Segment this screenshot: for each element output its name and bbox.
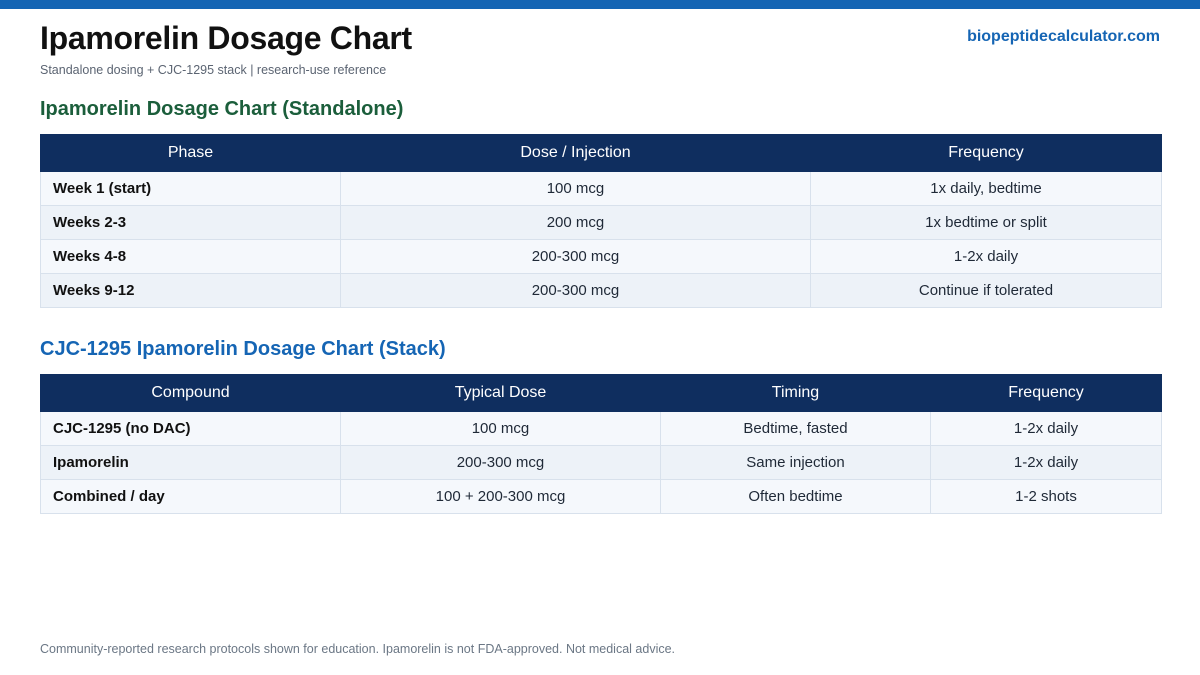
frequency-cell: 1-2 shots [930,479,1162,514]
dose-cell: 200-300 mcg [340,445,661,480]
dose-cell: 100 + 200-300 mcg [340,479,661,514]
column-header-frequency: Frequency [930,374,1162,412]
column-header-typical-dose: Typical Dose [340,374,661,412]
table-row: Week 1 (start) 100 mcg 1x daily, bedtime [40,171,1162,206]
table-row: Weeks 4-8 200-300 mcg 1-2x daily [40,239,1162,274]
table-row: Weeks 9-12 200-300 mcg Continue if toler… [40,273,1162,308]
stack-dosage-table: Compound Typical Dose Timing Frequency C… [40,374,1162,514]
frequency-cell: 1-2x daily [810,239,1162,274]
timing-cell: Often bedtime [660,479,931,514]
frequency-cell: 1-2x daily [930,411,1162,446]
site-link[interactable]: biopeptidecalculator.com [967,28,1160,46]
table-row: Weeks 2-3 200 mcg 1x bedtime or split [40,205,1162,240]
frequency-cell: 1x bedtime or split [810,205,1162,240]
table-row: Combined / day 100 + 200-300 mcg Often b… [40,479,1162,514]
phase-cell: Weeks 2-3 [40,205,341,240]
timing-cell: Bedtime, fasted [660,411,931,446]
dose-cell: 200 mcg [340,205,811,240]
disclaimer-note: Community-reported research protocols sh… [40,642,676,656]
frequency-cell: 1x daily, bedtime [810,171,1162,206]
table-header-row: Phase Dose / Injection Frequency [40,134,1162,172]
compound-cell: CJC-1295 (no DAC) [40,411,341,446]
table-row: CJC-1295 (no DAC) 100 mcg Bedtime, faste… [40,411,1162,446]
standalone-dosage-table: Phase Dose / Injection Frequency Week 1 … [40,134,1162,308]
stack-section-title: CJC-1295 Ipamorelin Dosage Chart (Stack) [40,338,446,360]
column-header-phase: Phase [40,134,341,172]
table-row: Ipamorelin 200-300 mcg Same injection 1-… [40,445,1162,480]
dose-cell: 100 mcg [340,411,661,446]
frequency-cell: Continue if tolerated [810,273,1162,308]
compound-cell: Combined / day [40,479,341,514]
phase-cell: Weeks 4-8 [40,239,341,274]
phase-cell: Week 1 (start) [40,171,341,206]
column-header-compound: Compound [40,374,341,412]
column-header-dose: Dose / Injection [340,134,811,172]
page-subtitle: Standalone dosing + CJC-1295 stack | res… [40,63,387,77]
dose-cell: 200-300 mcg [340,239,811,274]
top-accent-bar [0,0,1200,9]
timing-cell: Same injection [660,445,931,480]
dose-cell: 200-300 mcg [340,273,811,308]
phase-cell: Weeks 9-12 [40,273,341,308]
column-header-frequency: Frequency [810,134,1162,172]
standalone-section-title: Ipamorelin Dosage Chart (Standalone) [40,98,404,120]
table-header-row: Compound Typical Dose Timing Frequency [40,374,1162,412]
compound-cell: Ipamorelin [40,445,341,480]
page-title: Ipamorelin Dosage Chart [40,20,412,56]
dose-cell: 100 mcg [340,171,811,206]
frequency-cell: 1-2x daily [930,445,1162,480]
column-header-timing: Timing [660,374,931,412]
